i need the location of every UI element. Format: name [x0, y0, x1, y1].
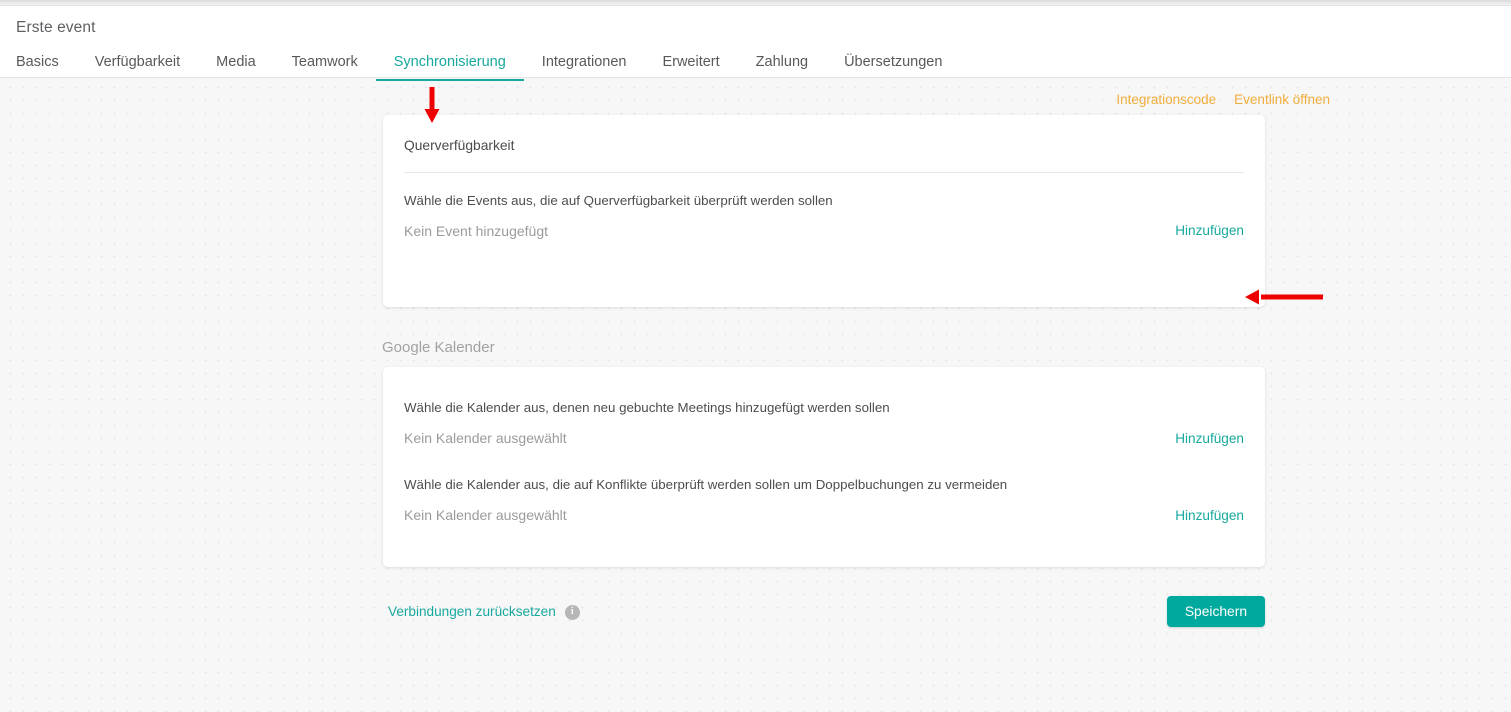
google-calendar-row-1-description: Wähle die Kalender aus, denen neu gebuch…	[404, 400, 890, 415]
cross-availability-card: Querverfügbarkeit Wähle die Events aus, …	[383, 115, 1265, 307]
quick-links: Integrationscode Eventlink öffnen	[1116, 92, 1330, 107]
google-calendar-row-2-description: Wähle die Kalender aus, die auf Konflikt…	[404, 477, 1008, 492]
main-canvas: Integrationscode Eventlink öffnen Querve…	[0, 79, 1511, 712]
tab-zahlung[interactable]: Zahlung	[738, 53, 826, 81]
cross-availability-description: Wähle die Events aus, die auf Querverfüg…	[404, 193, 833, 208]
google-calendar-row-2-description-row: Wähle die Kalender aus, die auf Konflikt…	[383, 449, 1265, 494]
cross-availability-title: Querverfügbarkeit	[404, 138, 515, 153]
tab-bar: Basics Verfügbarkeit Media Teamwork Sync…	[0, 43, 1511, 81]
google-calendar-card: Wähle die Kalender aus, denen neu gebuch…	[383, 367, 1265, 567]
google-calendar-row-2-value: Kein Kalender ausgewählt	[404, 507, 567, 523]
info-icon[interactable]: i	[564, 604, 580, 620]
reset-connections-link[interactable]: Verbindungen zurücksetzen	[388, 603, 556, 621]
tab-verfuegbarkeit[interactable]: Verfügbarkeit	[77, 53, 198, 81]
cross-availability-description-row: Wähle die Events aus, die auf Querverfüg…	[383, 192, 1265, 210]
tab-basics[interactable]: Basics	[16, 53, 77, 81]
tab-teamwork[interactable]: Teamwork	[274, 53, 376, 81]
google-calendar-row-1-value-row: Kein Kalender ausgewählt Hinzufügen	[383, 429, 1265, 449]
tab-erweitert[interactable]: Erweitert	[644, 53, 737, 81]
integration-code-link[interactable]: Integrationscode	[1116, 92, 1216, 107]
google-calendar-row-2-value-row: Kein Kalender ausgewählt Hinzufügen	[383, 506, 1265, 526]
google-calendar-row-1-value: Kein Kalender ausgewählt	[404, 430, 567, 446]
tab-media[interactable]: Media	[198, 53, 274, 81]
google-calendar-row-1-description-row: Wähle die Kalender aus, denen neu gebuch…	[383, 367, 1265, 417]
tab-integrationen[interactable]: Integrationen	[524, 53, 645, 81]
cross-availability-add-button[interactable]: Hinzufügen	[1175, 223, 1244, 238]
google-calendar-section-label: Google Kalender	[382, 339, 495, 356]
page-title: Erste event	[16, 19, 96, 36]
cross-availability-value: Kein Event hinzugefügt	[404, 223, 548, 239]
tab-synchronisierung[interactable]: Synchronisierung	[375, 53, 524, 81]
google-calendar-row-1-add-button[interactable]: Hinzufügen	[1175, 431, 1244, 446]
save-button[interactable]: Speichern	[1166, 596, 1265, 627]
page-header: Erste event Basics Verfügbarkeit Media T…	[0, 6, 1511, 81]
tab-uebersetzungen[interactable]: Übersetzungen	[826, 53, 960, 81]
reset-connections-group: Verbindungen zurücksetzen i	[388, 603, 580, 621]
card-divider	[404, 172, 1244, 173]
google-calendar-row-2-add-button[interactable]: Hinzufügen	[1175, 508, 1244, 523]
cross-availability-value-row: Kein Event hinzugefügt Hinzufügen	[383, 222, 1265, 242]
open-event-link[interactable]: Eventlink öffnen	[1234, 92, 1330, 107]
